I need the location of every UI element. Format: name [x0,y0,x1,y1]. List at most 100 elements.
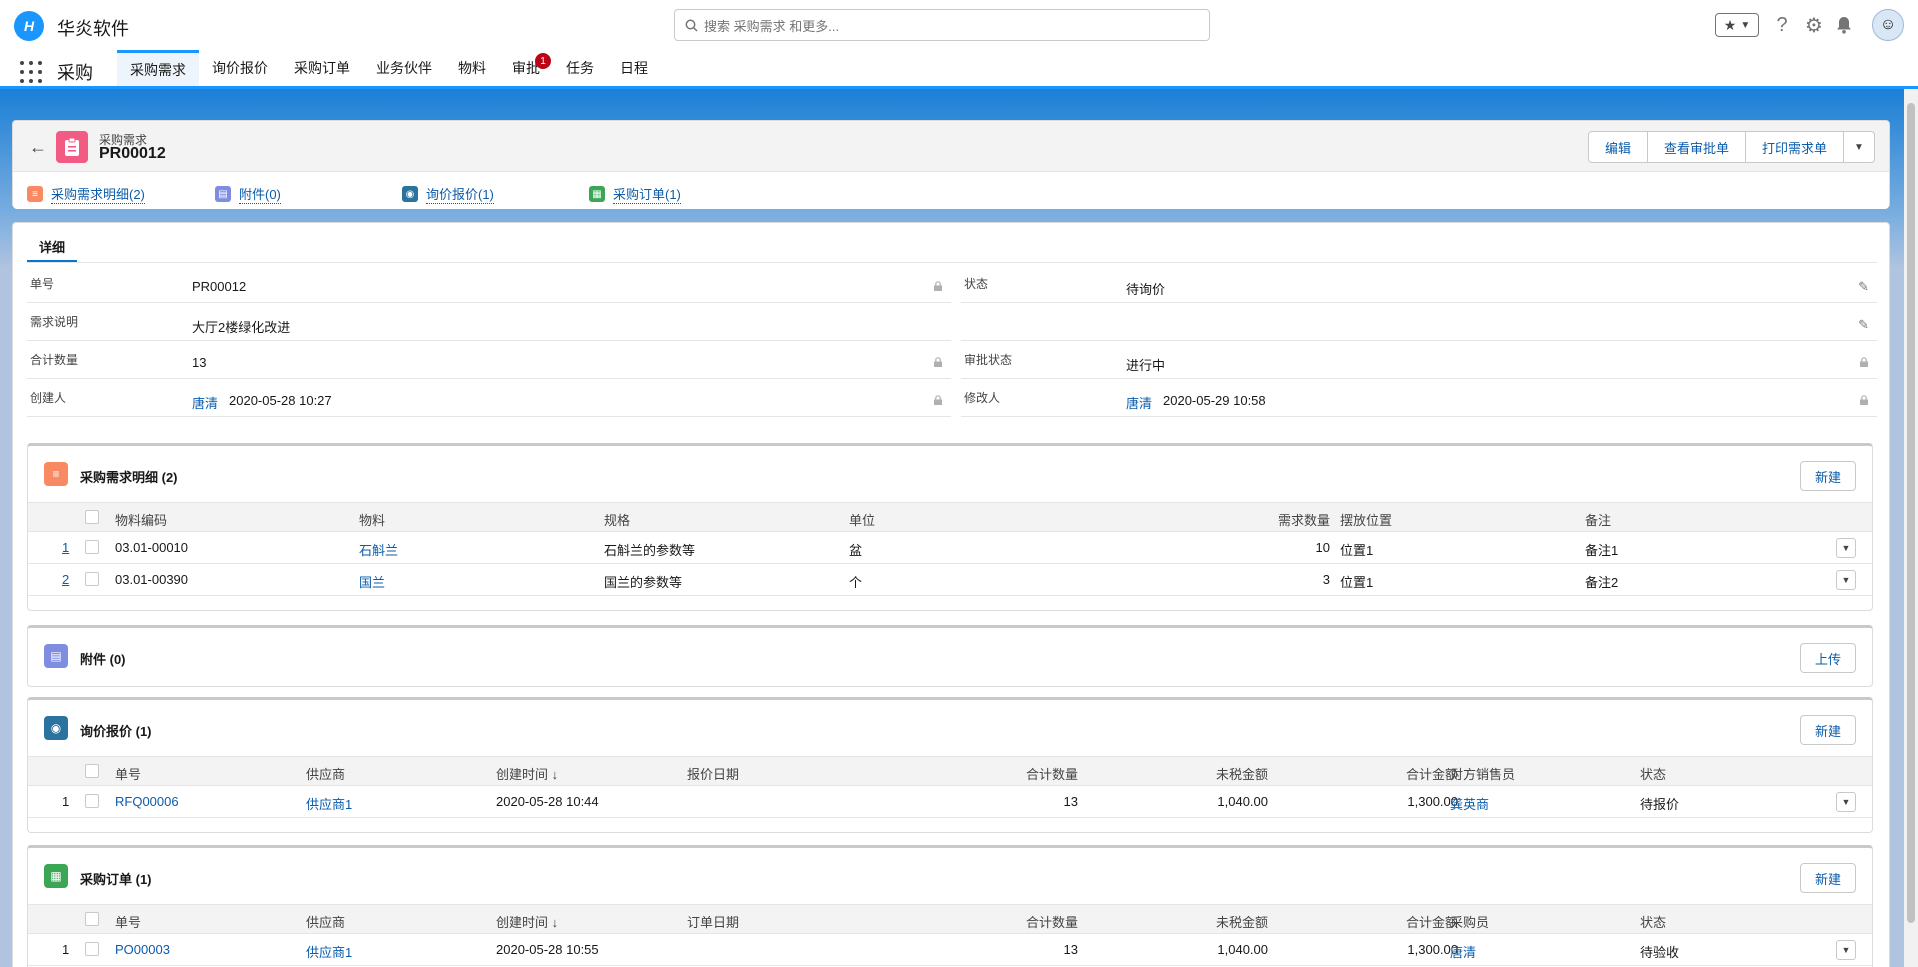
field-modifier-name-link[interactable]: 唐清 [1126,393,1152,412]
row-actions-button[interactable]: ▼ [1836,570,1856,590]
bell-icon[interactable] [1832,13,1856,37]
gear-icon[interactable]: ⚙ [1802,13,1826,37]
col-header[interactable]: 合计金额 [1328,912,1458,931]
new-rfq-button[interactable]: 新建 [1799,715,1856,745]
document-icon: ▦ [44,864,68,888]
people-icon: ◉ [44,716,68,740]
field-creator-name-link[interactable]: 唐清 [192,393,218,412]
col-header[interactable]: 合计数量 [948,912,1078,931]
select-all-checkbox[interactable] [85,912,99,926]
po-number-link[interactable]: PO00003 [115,942,170,957]
cell: 待报价 [1640,797,1680,812]
col-header[interactable]: 单号 [115,912,141,931]
nav-tab-approval[interactable]: 审批 1 [499,50,553,86]
col-header[interactable]: 未税金额 [1138,912,1268,931]
print-request-button[interactable]: 打印需求单 [1746,132,1845,162]
edit-button[interactable]: 编辑 [1589,132,1649,162]
back-arrow-icon[interactable]: ← [29,137,47,158]
buyer-link[interactable]: 唐清 [1450,942,1476,961]
document-icon: ▦ [589,186,605,202]
page-scrollbar[interactable] [1904,89,1918,967]
files-icon: ▤ [215,186,231,202]
nav-tab-materials[interactable]: 物料 [445,50,499,86]
cell: 石斛兰的参数等 [604,543,696,558]
quicklink-lines-link[interactable]: 采购需求明细(2) [51,184,145,204]
col-header[interactable]: 合计金额 [1328,764,1458,783]
user-avatar[interactable]: ☺ [1872,9,1904,41]
col-header[interactable]: 物料编码 [115,510,167,529]
row-checkbox[interactable] [85,572,99,586]
nav-tab-rfq[interactable]: 询价报价 [199,50,281,86]
salesperson-link[interactable]: 龚英商 [1450,794,1489,813]
col-header[interactable]: 单位 [849,510,875,529]
nav-tab-partners[interactable]: 业务伙伴 [363,50,445,86]
favorites-button[interactable]: ★ ▼ [1715,13,1759,37]
col-header[interactable]: 规格 [604,510,630,529]
upload-button[interactable]: 上传 [1799,643,1856,673]
row-checkbox[interactable] [85,540,99,554]
lines-table-header: 物料编码 物料 规格 单位 需求数量 摆放位置 备注 [28,502,1872,532]
nav-tab-calendar[interactable]: 日程 [607,50,661,86]
row-actions-button[interactable]: ▼ [1836,538,1856,558]
global-search-input[interactable]: 搜索 采购需求 和更多... [674,9,1210,41]
quicklink-attachments-link[interactable]: 附件(0) [239,184,281,204]
supplier-link[interactable]: 供应商1 [306,794,352,813]
col-header[interactable]: 单号 [115,764,141,783]
material-link[interactable]: 国兰 [359,572,385,591]
row-actions-button[interactable]: ▼ [1836,792,1856,812]
col-header[interactable]: 状态 [1640,764,1666,783]
col-header[interactable]: 报价日期 [687,764,739,783]
row-checkbox[interactable] [85,942,99,956]
view-approval-button[interactable]: 查看审批单 [1648,132,1747,162]
col-header[interactable]: 需求数量 [1268,510,1330,529]
related-list-lines-header: ≡ 采购需求明细 (2) 新建 [28,446,1872,502]
pencil-icon[interactable]: ✎ [1858,279,1869,295]
row-index-link[interactable]: 1 [62,540,69,555]
row-actions-button[interactable]: ▼ [1836,940,1856,960]
help-icon[interactable]: ? [1770,13,1794,37]
row-checkbox[interactable] [85,794,99,808]
app-name: 采购 [57,63,93,83]
col-header[interactable]: 状态 [1640,912,1666,931]
cell: 03.01-00390 [115,572,189,587]
app-launcher-icon[interactable] [20,61,42,83]
nav-tab-tasks[interactable]: 任务 [553,50,607,86]
new-line-button[interactable]: 新建 [1799,461,1856,491]
col-header[interactable]: 合计数量 [948,764,1078,783]
quicklink-po-link[interactable]: 采购订单(1) [613,184,681,204]
field-no-value: PR00012 [192,279,247,294]
select-all-checkbox[interactable] [85,764,99,778]
col-header[interactable]: 供应商 [306,764,345,783]
col-header[interactable]: 物料 [359,510,385,529]
col-header[interactable]: 采购员 [1450,912,1489,931]
row-index-link[interactable]: 2 [62,572,69,587]
rfq-number-link[interactable]: RFQ00006 [115,794,179,809]
pencil-icon[interactable]: ✎ [1858,317,1869,333]
files-icon: ▤ [44,644,68,668]
table-row: 1 PO00003 供应商1 2020-05-28 10:55 13 1,040… [28,934,1872,966]
more-actions-button[interactable]: ▼ [1844,132,1874,162]
supplier-link[interactable]: 供应商1 [306,942,352,961]
scrollbar-thumb[interactable] [1907,103,1915,923]
nav-tab-purchase-request[interactable]: 采购需求 [117,50,199,86]
col-header[interactable]: 未税金额 [1138,764,1268,783]
brand-logo-icon[interactable]: H [14,11,44,41]
col-header[interactable]: 备注 [1585,510,1611,529]
nav-tab-purchase-order[interactable]: 采购订单 [281,50,363,86]
tab-detail[interactable]: 详细 [27,233,77,263]
table-row: 2 03.01-00390 国兰 国兰的参数等 个 3 位置1 备注2 ▼ [28,564,1872,596]
cell: 1,300.00 [1407,794,1458,809]
select-all-checkbox[interactable] [85,510,99,524]
brand-name: 华炎软件 [57,19,129,39]
material-link[interactable]: 石斛兰 [359,540,398,559]
quicklink-rfq-link[interactable]: 询价报价(1) [426,184,494,204]
col-header[interactable]: 对方销售员 [1450,764,1515,783]
col-header[interactable]: 创建时间 ↓ [496,764,558,783]
new-po-button[interactable]: 新建 [1799,863,1856,893]
col-header[interactable]: 供应商 [306,912,345,931]
related-list-attachments: ▤ 附件 (0) 上传 [27,625,1873,687]
col-header[interactable]: 摆放位置 [1340,510,1392,529]
col-header[interactable]: 订单日期 [687,912,739,931]
related-list-po-header: ▦ 采购订单 (1) 新建 [28,848,1872,904]
col-header[interactable]: 创建时间 ↓ [496,912,558,931]
